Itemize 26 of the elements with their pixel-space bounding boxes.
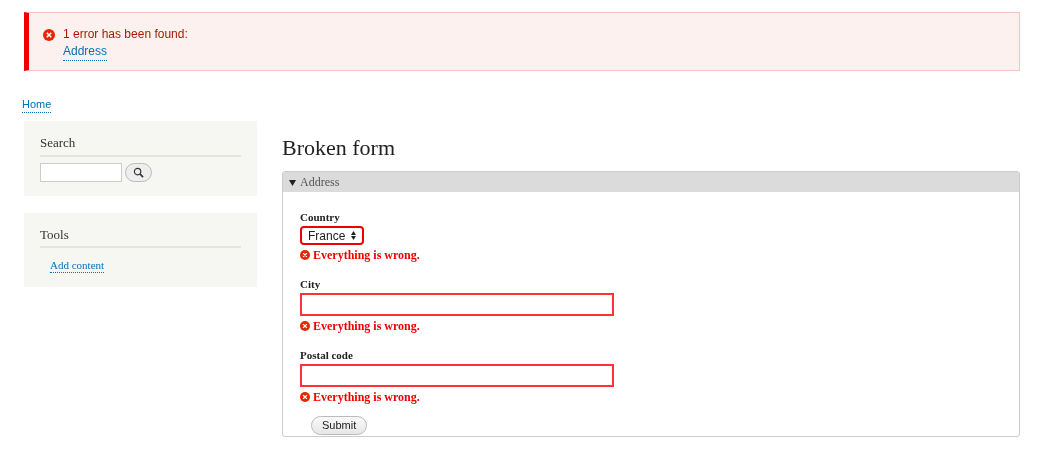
- search-button[interactable]: [125, 162, 152, 182]
- text-field[interactable]: [300, 293, 614, 316]
- error-summary: 1 error has been found:: [63, 27, 188, 42]
- breadcrumb-link[interactable]: Home: [22, 97, 52, 113]
- fieldset-legend[interactable]: Address: [283, 172, 1019, 192]
- field-error: Everything is wrong.: [313, 319, 420, 333]
- error-icon: [43, 29, 55, 41]
- error-icon: [300, 250, 310, 260]
- search-field[interactable]: [40, 162, 122, 182]
- search-icon: [133, 166, 144, 178]
- text-field[interactable]: [300, 364, 614, 387]
- page-title: Broken form: [282, 134, 397, 162]
- submit-button[interactable]: Submit: [311, 416, 368, 435]
- field-error: Everything is wrong.: [313, 248, 420, 262]
- field-label: Country: [300, 211, 340, 224]
- field-error: Everything is wrong.: [313, 390, 420, 404]
- field-label: City: [300, 278, 321, 291]
- field-label: Postal code: [300, 349, 353, 362]
- country-select[interactable]: France: [300, 226, 365, 245]
- select-arrows-icon: [351, 231, 357, 240]
- block-title: Tools: [40, 224, 241, 248]
- error-icon: [300, 392, 310, 402]
- block-title: Search: [40, 133, 241, 157]
- error-link[interactable]: Address: [63, 42, 108, 61]
- error-icon: [300, 321, 310, 331]
- sidebar-link[interactable]: Add content: [50, 258, 105, 273]
